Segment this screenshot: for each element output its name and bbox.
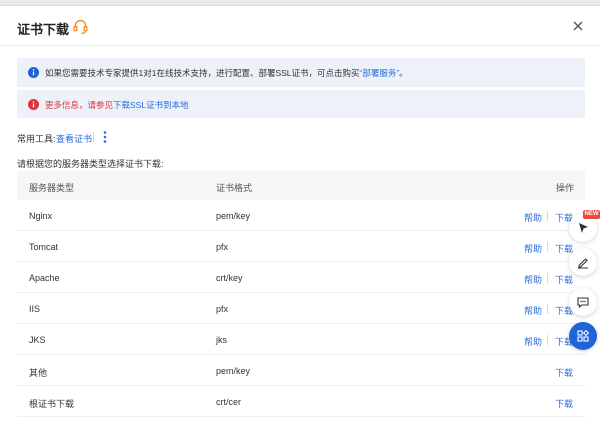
- table-row: 根证书下载 crt/cer 下载: [17, 386, 585, 417]
- cert-format-cell: jks: [216, 335, 227, 345]
- info-icon: [28, 98, 39, 110]
- download-ssl-doc-link[interactable]: 下载SSL证书到本地: [113, 100, 189, 110]
- service-notice-message: 如果您需要技术专家提供1对1在线技术支持，进行配置、部署SSL证书，可点击购买: [45, 68, 360, 78]
- help-link[interactable]: 帮助: [524, 304, 542, 317]
- headset-icon[interactable]: [72, 18, 89, 35]
- table-row: IIS pfx 帮助 下载: [17, 293, 585, 324]
- help-link[interactable]: 帮助: [524, 242, 542, 255]
- apps-icon: [577, 329, 590, 342]
- table-row: JKS jks 帮助 下载: [17, 324, 585, 355]
- more-info-text: 更多信息，请参见下载SSL证书到本地: [45, 99, 189, 111]
- common-tools-label: 常用工具:: [17, 134, 56, 144]
- certificate-download-dialog: 证书下载 如果您需要技术专家提供1对1在线技术支持，进行配置、部署SSL证书，可…: [0, 6, 600, 425]
- server-type-cell: Tomcat: [29, 242, 59, 252]
- dialog-header: 证书下载: [0, 6, 600, 46]
- cert-format-cell: crt/key: [216, 273, 243, 283]
- message-tool-button[interactable]: [569, 288, 597, 316]
- header-server-type: 服务器类型: [29, 183, 75, 193]
- cert-format-cell: crt/cer: [216, 397, 242, 407]
- message-icon: [577, 297, 589, 309]
- info-icon: [28, 67, 39, 78]
- help-link[interactable]: 帮助: [524, 335, 542, 348]
- table-row: 其他 pem/key 下载: [17, 355, 585, 386]
- table-row: Apache crt/key 帮助 下载: [17, 262, 585, 293]
- action-divider: [547, 211, 548, 221]
- cert-format-cell: pfx: [216, 242, 229, 252]
- server-type-cell: JKS: [29, 335, 46, 345]
- help-link[interactable]: 帮助: [524, 211, 542, 224]
- server-type-cell: 其他: [29, 368, 48, 378]
- header-actions: 操作: [556, 183, 575, 193]
- cert-format-cell: pfx: [216, 304, 229, 314]
- more-info-notice: 更多信息，请参见下载SSL证书到本地: [17, 90, 585, 118]
- deploy-service-link[interactable]: “部署服务”: [360, 68, 400, 78]
- dialog-title: 证书下载: [17, 22, 70, 37]
- table-row: Tomcat pfx 帮助 下载: [17, 231, 585, 262]
- edit-tool-button[interactable]: [569, 248, 597, 276]
- cert-format-cell: pem/key: [216, 211, 251, 221]
- table-header: 服务器类型 证书格式 操作: [17, 171, 585, 200]
- server-type-cell: 根证书下载: [29, 399, 75, 409]
- download-link[interactable]: 下载: [555, 273, 573, 286]
- server-type-cell: Apache: [29, 273, 60, 283]
- service-notice-suffix: 。: [399, 68, 408, 78]
- download-link[interactable]: 下载: [555, 397, 573, 410]
- download-link[interactable]: 下载: [555, 366, 573, 379]
- service-notice-text: 如果您需要技术专家提供1对1在线技术支持，进行配置、部署SSL证书，可点击购买“…: [45, 67, 408, 79]
- new-badge: NEW: [583, 210, 600, 219]
- server-type-cell: Nginx: [29, 211, 53, 221]
- action-divider: [547, 273, 548, 283]
- server-type-cell: IIS: [29, 304, 41, 314]
- more-vertical-icon[interactable]: [101, 130, 109, 144]
- table-row: Nginx pem/key 帮助 下载: [17, 200, 585, 231]
- cert-format-cell: pem/key: [216, 366, 251, 376]
- close-icon[interactable]: [571, 19, 585, 33]
- more-info-message: 更多信息，请参见: [45, 100, 114, 110]
- select-server-hint: 请根据您的服务器类型选择证书下载:: [17, 159, 164, 169]
- cursor-icon: [579, 223, 588, 233]
- view-certificate-link[interactable]: 查看证书: [56, 132, 92, 145]
- apps-tool-button[interactable]: [569, 322, 597, 350]
- tools-divider: [93, 132, 94, 142]
- action-divider: [547, 304, 548, 314]
- action-divider: [547, 242, 548, 252]
- action-divider: [547, 335, 548, 345]
- service-notice: 如果您需要技术专家提供1对1在线技术支持，进行配置、部署SSL证书，可点击购买“…: [17, 58, 585, 87]
- edit-icon: [578, 258, 588, 269]
- download-link[interactable]: 下载: [555, 242, 573, 255]
- header-cert-format: 证书格式: [216, 183, 253, 193]
- help-link[interactable]: 帮助: [524, 273, 542, 286]
